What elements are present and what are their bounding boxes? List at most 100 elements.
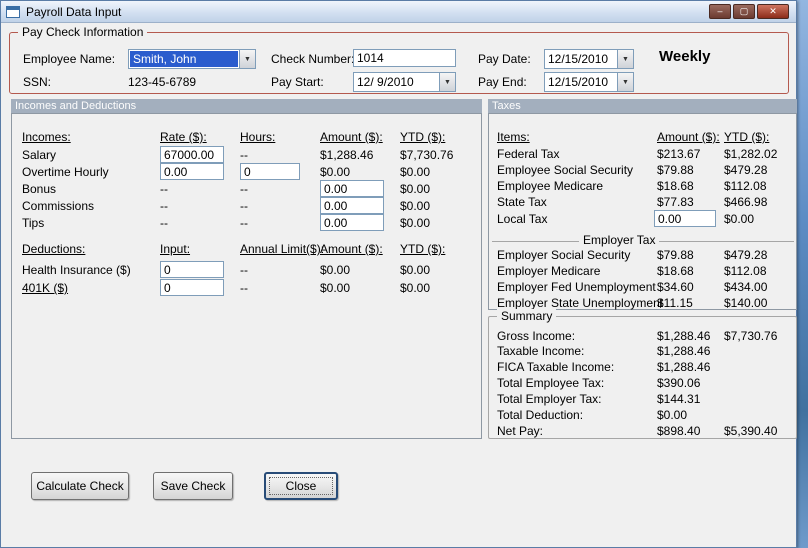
- row-amount: $0.00: [320, 281, 351, 295]
- window-title: Payroll Data Input: [26, 4, 122, 19]
- pay-end-dropdown-button[interactable]: ▼: [617, 73, 633, 91]
- income-row-salary: Salary -- $1,288.46 $7,730.76: [12, 146, 481, 164]
- ssn-label: SSN:: [23, 75, 52, 89]
- tips-amount-input[interactable]: [320, 214, 384, 231]
- pay-start-label: Pay Start:: [271, 75, 324, 89]
- col-amount: Amount ($):: [320, 242, 383, 256]
- col-hours: Hours:: [240, 130, 276, 144]
- row-amount: $77.83: [657, 195, 694, 209]
- income-row-bonus: Bonus -- -- $0.00: [12, 180, 481, 198]
- row-hours: --: [240, 199, 248, 213]
- row-label: Net Pay:: [497, 424, 544, 438]
- col-annual-limit: Annual Limit($):: [240, 242, 325, 256]
- row-hours: --: [240, 216, 248, 230]
- row-label: Salary: [22, 148, 57, 162]
- deduction-columns-row: Deductions: Input: Annual Limit($): Amou…: [12, 242, 481, 258]
- row-label: Taxable Income:: [497, 344, 585, 358]
- row-amount: $213.67: [657, 147, 701, 161]
- row-ytd: $434.00: [724, 280, 768, 294]
- col-amount: Amount ($):: [320, 130, 383, 144]
- col-incomes: Incomes:: [22, 130, 71, 144]
- row-ytd: $479.28: [724, 163, 768, 177]
- 401k-input[interactable]: [160, 279, 224, 296]
- row-label: Federal Tax: [497, 147, 560, 161]
- row-amount: $0.00: [657, 408, 688, 422]
- income-columns-row: Incomes: Rate ($): Hours: Amount ($): YT…: [12, 130, 481, 146]
- row-label: Bonus: [22, 182, 57, 196]
- employee-name-label: Employee Name:: [23, 52, 116, 66]
- col-input: Input:: [160, 242, 191, 256]
- row-ytd: $5,390.40: [724, 424, 778, 438]
- row-ytd: $7,730.76: [724, 329, 778, 343]
- tax-row-federal: Federal Tax $213.67 $1,282.02: [489, 147, 796, 163]
- 401k-link[interactable]: 401K ($): [22, 281, 68, 295]
- row-label: Total Employee Tax:: [497, 376, 605, 390]
- pay-date-dropdown-button[interactable]: ▼: [617, 50, 633, 68]
- pay-date-value: 12/15/2010: [548, 52, 609, 66]
- minimize-button[interactable]: –: [709, 4, 731, 19]
- local-tax-input[interactable]: [654, 210, 716, 227]
- row-amount: $11.15: [657, 296, 693, 310]
- summary-row-gross: Gross Income: $1,288.46 $7,730.76: [489, 329, 796, 345]
- employer-tax-group-title: Employer Tax: [579, 233, 660, 247]
- employee-name-value: Smith, John: [130, 51, 238, 67]
- row-ytd: $0.00: [400, 182, 431, 196]
- pay-date-label: Pay Date:: [478, 52, 531, 66]
- tax-row-employer-ss: Employer Social Security $79.88 $479.28: [489, 248, 796, 264]
- summary-row-net-pay: Net Pay: $898.40 $5,390.40: [489, 424, 796, 440]
- pay-start-picker[interactable]: 12/ 9/2010 ▼: [353, 72, 456, 92]
- summary-row-total-employee-tax: Total Employee Tax: $390.06: [489, 376, 796, 392]
- row-label: Total Deduction:: [497, 408, 584, 422]
- row-label: Total Employer Tax:: [497, 392, 602, 406]
- payroll-window: Payroll Data Input – ▢ ✕ Pay Check Infor…: [0, 0, 797, 548]
- row-amount: $18.68: [657, 179, 694, 193]
- overtime-hours-input[interactable]: [240, 163, 300, 180]
- pay-end-picker[interactable]: 12/15/2010 ▼: [544, 72, 634, 92]
- maximize-button[interactable]: ▢: [733, 4, 755, 19]
- bonus-amount-input[interactable]: [320, 180, 384, 197]
- close-check-button[interactable]: Close: [264, 472, 338, 500]
- row-amount: $18.68: [657, 264, 694, 278]
- calculate-check-button[interactable]: Calculate Check: [31, 472, 129, 500]
- employee-name-dropdown-button[interactable]: ▼: [239, 50, 255, 68]
- row-label: Local Tax: [497, 212, 548, 226]
- close-button[interactable]: ✕: [757, 4, 789, 19]
- save-check-button[interactable]: Save Check: [153, 472, 233, 500]
- col-items: Items:: [497, 130, 530, 144]
- salary-rate-input[interactable]: [160, 146, 224, 163]
- row-ytd: $0.00: [400, 199, 431, 213]
- tax-row-local: Local Tax $0.00: [489, 210, 796, 228]
- row-label: State Tax: [497, 195, 547, 209]
- pay-frequency-label: Weekly: [659, 48, 711, 65]
- col-rate: Rate ($):: [160, 130, 207, 144]
- pay-start-dropdown-button[interactable]: ▼: [439, 73, 455, 91]
- row-amount: $898.40: [657, 424, 701, 438]
- row-ytd: $0.00: [400, 263, 431, 277]
- overtime-rate-input[interactable]: [160, 163, 224, 180]
- row-amount: $79.88: [657, 163, 694, 177]
- chevron-down-icon: ▼: [244, 55, 251, 63]
- row-label: Health Insurance ($): [22, 263, 131, 277]
- row-amount: $79.88: [657, 248, 694, 262]
- check-number-input[interactable]: [353, 49, 456, 67]
- summary-row-fica: FICA Taxable Income: $1,288.46: [489, 360, 796, 376]
- row-limit: --: [240, 281, 248, 295]
- summary-row-taxable: Taxable Income: $1,288.46: [489, 344, 796, 360]
- col-amount: Amount ($):: [657, 130, 720, 144]
- row-amount: $1,288.46: [657, 344, 711, 358]
- row-ytd: $7,730.76: [400, 148, 454, 162]
- row-hours: --: [240, 182, 248, 196]
- row-amount: $34.60: [657, 280, 694, 294]
- pay-end-value: 12/15/2010: [548, 75, 609, 89]
- tax-row-employer-medicare: Employer Medicare $18.68 $112.08: [489, 264, 796, 280]
- health-insurance-input[interactable]: [160, 261, 224, 278]
- row-amount: $0.00: [320, 165, 351, 179]
- title-bar[interactable]: Payroll Data Input – ▢ ✕: [1, 1, 796, 23]
- pay-date-picker[interactable]: 12/15/2010 ▼: [544, 49, 634, 69]
- row-rate: --: [160, 216, 168, 230]
- commissions-amount-input[interactable]: [320, 197, 384, 214]
- col-ytd: YTD ($):: [724, 130, 770, 144]
- incomes-panel: Incomes: Rate ($): Hours: Amount ($): YT…: [11, 113, 482, 439]
- taxes-panel: Items: Amount ($): YTD ($): Federal Tax …: [488, 113, 797, 310]
- employee-name-combo[interactable]: Smith, John ▼: [128, 49, 256, 69]
